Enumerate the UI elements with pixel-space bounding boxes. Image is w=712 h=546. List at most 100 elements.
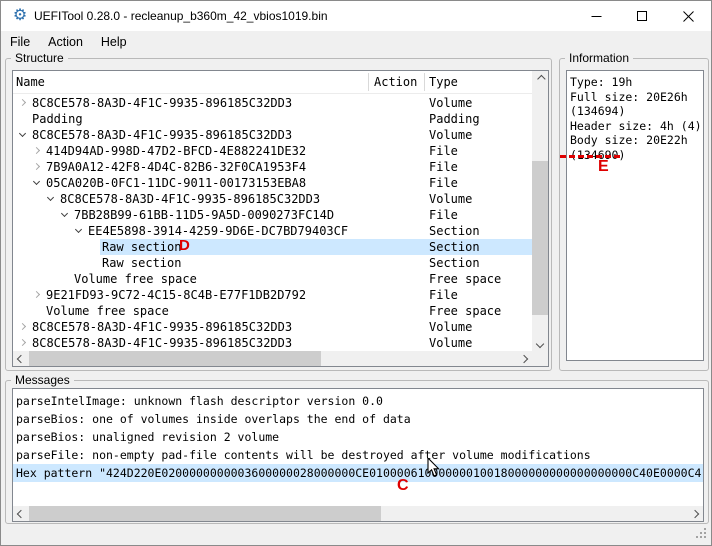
gear-icon: ⚙ bbox=[11, 7, 29, 25]
tree-expand-chevron-icon[interactable] bbox=[61, 210, 68, 217]
scrollbar-thumb[interactable] bbox=[532, 161, 548, 315]
tree-expand-chevron-icon[interactable] bbox=[75, 226, 82, 233]
message-line[interactable]: parseIntelImage: unknown flash descripto… bbox=[13, 392, 703, 410]
tree-item-name: Volume free space bbox=[46, 303, 169, 319]
tree-item-type: File bbox=[429, 159, 458, 175]
column-header-type[interactable]: Type bbox=[429, 71, 458, 93]
tree-row[interactable]: Volume free space Free space bbox=[13, 303, 532, 319]
scrollbar-thumb[interactable] bbox=[29, 506, 381, 521]
tree-row[interactable]: 8C8CE578-8A3D-4F1C-9935-896185C32DD3 Vol… bbox=[13, 95, 532, 111]
tree-item-type: File bbox=[429, 287, 458, 303]
maximize-button[interactable] bbox=[619, 1, 665, 31]
tree-rows: 8C8CE578-8A3D-4F1C-9935-896185C32DD3 Vol… bbox=[13, 71, 532, 351]
tree-item-name: 8C8CE578-8A3D-4F1C-9935-896185C32DD3 bbox=[32, 319, 292, 335]
tree-row[interactable]: 8C8CE578-8A3D-4F1C-9935-896185C32DD3 Vol… bbox=[13, 335, 532, 351]
tree-item-type: File bbox=[429, 207, 458, 223]
chevron-left-icon bbox=[17, 509, 25, 517]
tree-row[interactable]: Raw section Section bbox=[13, 255, 532, 271]
tree-row[interactable]: 9E21FD93-9C72-4C15-8C4B-E77F1DB2D792 Fil… bbox=[13, 287, 532, 303]
maximize-icon bbox=[637, 11, 648, 22]
minimize-button[interactable] bbox=[573, 1, 619, 31]
structure-tree[interactable]: 8C8CE578-8A3D-4F1C-9935-896185C32DD3 Vol… bbox=[12, 70, 549, 367]
tree-expand-chevron-icon[interactable] bbox=[19, 339, 26, 346]
column-header-action[interactable]: Action bbox=[374, 71, 417, 93]
close-icon bbox=[683, 11, 694, 22]
tree-row[interactable]: Padding Padding bbox=[13, 111, 532, 127]
scroll-right-button[interactable] bbox=[687, 506, 703, 521]
tree-item-name: 9E21FD93-9C72-4C15-8C4B-E77F1DB2D792 bbox=[46, 287, 306, 303]
tree-item-name: 8C8CE578-8A3D-4F1C-9935-896185C32DD3 bbox=[60, 191, 320, 207]
tree-item-name: 8C8CE578-8A3D-4F1C-9935-896185C32DD3 bbox=[32, 335, 292, 351]
tree-item-type: Volume bbox=[429, 319, 472, 335]
tree-item-name: Raw section bbox=[102, 255, 181, 271]
tree-expand-chevron-icon[interactable] bbox=[19, 99, 26, 106]
menu-item[interactable]: Help bbox=[92, 31, 136, 53]
scroll-up-button[interactable] bbox=[532, 71, 548, 86]
tree-item-name: 8C8CE578-8A3D-4F1C-9935-896185C32DD3 bbox=[32, 127, 292, 143]
tree-item-name: 414D94AD-998D-47D2-BFCD-4E882241DE32 bbox=[46, 143, 306, 159]
mouse-cursor-icon bbox=[427, 458, 441, 478]
tree-row[interactable]: 7B9A0A12-42F8-4D4C-82B6-32F0CA1953F4 Fil… bbox=[13, 159, 532, 175]
scroll-right-button[interactable] bbox=[516, 351, 532, 366]
tree-item-name: EE4E5898-3914-4259-9D6E-DC7BD79403CF bbox=[88, 223, 348, 239]
tree-expand-chevron-icon[interactable] bbox=[47, 194, 54, 201]
tree-expand-chevron-icon[interactable] bbox=[33, 291, 40, 298]
messages-horizontal-scrollbar[interactable] bbox=[13, 506, 703, 521]
titlebar[interactable]: ⚙ UEFITool 0.28.0 - recleanup_b360m_42_v… bbox=[1, 1, 711, 31]
tree-vertical-scrollbar[interactable] bbox=[532, 71, 548, 351]
tree-item-type: File bbox=[429, 143, 458, 159]
tree-item-name: 7BB28B99-61BB-11D5-9A5D-0090273FC14D bbox=[74, 207, 334, 223]
tree-expand-chevron-icon[interactable] bbox=[19, 323, 26, 330]
tree-item-name: Raw section bbox=[102, 239, 181, 255]
structure-label: Structure bbox=[11, 51, 68, 65]
uefitool-window: ⚙ UEFITool 0.28.0 - recleanup_b360m_42_v… bbox=[0, 0, 712, 546]
annotation-dashed-underline bbox=[560, 155, 621, 158]
tree-row[interactable]: 8C8CE578-8A3D-4F1C-9935-896185C32DD3 Vol… bbox=[13, 191, 532, 207]
messages-list[interactable]: parseIntelImage: unknown flash descripto… bbox=[12, 388, 704, 522]
scroll-left-button[interactable] bbox=[13, 351, 29, 366]
annotation-letter-e: E bbox=[598, 159, 609, 174]
annotation-letter-c: C bbox=[397, 478, 409, 493]
tree-expand-chevron-icon[interactable] bbox=[33, 163, 40, 170]
window-title: UEFITool 0.28.0 - recleanup_b360m_42_vbi… bbox=[34, 1, 328, 31]
message-lines: parseIntelImage: unknown flash descripto… bbox=[13, 392, 703, 482]
scrollbar-thumb[interactable] bbox=[29, 351, 321, 366]
scroll-down-button[interactable] bbox=[532, 336, 548, 351]
scrollbar-corner bbox=[532, 351, 548, 366]
tree-item-name: Volume free space bbox=[74, 271, 197, 287]
message-line[interactable]: parseBios: one of volumes inside overlap… bbox=[13, 410, 703, 428]
tree-row[interactable]: Raw section Section bbox=[13, 239, 532, 255]
tree-item-type: Volume bbox=[429, 191, 472, 207]
tree-row[interactable]: 05CA020B-0FC1-11DC-9011-00173153EBA8 Fil… bbox=[13, 175, 532, 191]
chevron-up-icon bbox=[537, 74, 545, 82]
tree-expand-chevron-icon[interactable] bbox=[33, 147, 40, 154]
information-line: Type: 19h bbox=[570, 75, 702, 90]
information-line: (134694) bbox=[570, 104, 702, 119]
menu-item[interactable]: File bbox=[1, 31, 39, 53]
tree-horizontal-scrollbar[interactable] bbox=[13, 351, 532, 366]
column-separator[interactable] bbox=[424, 73, 425, 91]
scroll-left-button[interactable] bbox=[13, 506, 29, 521]
tree-row[interactable]: Volume free space Free space bbox=[13, 271, 532, 287]
message-line[interactable]: parseFile: non-empty pad-file contents w… bbox=[13, 446, 703, 464]
tree-row[interactable]: 8C8CE578-8A3D-4F1C-9935-896185C32DD3 Vol… bbox=[13, 127, 532, 143]
close-button[interactable] bbox=[665, 1, 711, 31]
resize-grip[interactable] bbox=[696, 528, 707, 539]
information-panel[interactable]: Type: 19hFull size: 20E26h(134694)Header… bbox=[566, 70, 704, 361]
tree-expand-chevron-icon[interactable] bbox=[19, 130, 26, 137]
tree-header: Name Action Type bbox=[13, 71, 532, 94]
tree-item-name: 8C8CE578-8A3D-4F1C-9935-896185C32DD3 bbox=[32, 95, 292, 111]
tree-item-type: Free space bbox=[429, 271, 501, 287]
tree-row[interactable]: 8C8CE578-8A3D-4F1C-9935-896185C32DD3 Vol… bbox=[13, 319, 532, 335]
information-line: Body size: 20E22h bbox=[570, 133, 702, 148]
information-groupbox: Information Type: 19hFull size: 20E26h(1… bbox=[559, 58, 709, 371]
message-line[interactable]: Hex pattern "424D220E0200000000003600000… bbox=[13, 464, 703, 482]
tree-row[interactable]: EE4E5898-3914-4259-9D6E-DC7BD79403CF Sec… bbox=[13, 223, 532, 239]
column-header-name[interactable]: Name bbox=[16, 71, 45, 93]
menu-item[interactable]: Action bbox=[39, 31, 92, 53]
tree-row[interactable]: 414D94AD-998D-47D2-BFCD-4E882241DE32 Fil… bbox=[13, 143, 532, 159]
tree-expand-chevron-icon[interactable] bbox=[33, 178, 40, 185]
message-line[interactable]: parseBios: unaligned revision 2 volume bbox=[13, 428, 703, 446]
column-separator[interactable] bbox=[368, 73, 369, 91]
tree-row[interactable]: 7BB28B99-61BB-11D5-9A5D-0090273FC14D Fil… bbox=[13, 207, 532, 223]
